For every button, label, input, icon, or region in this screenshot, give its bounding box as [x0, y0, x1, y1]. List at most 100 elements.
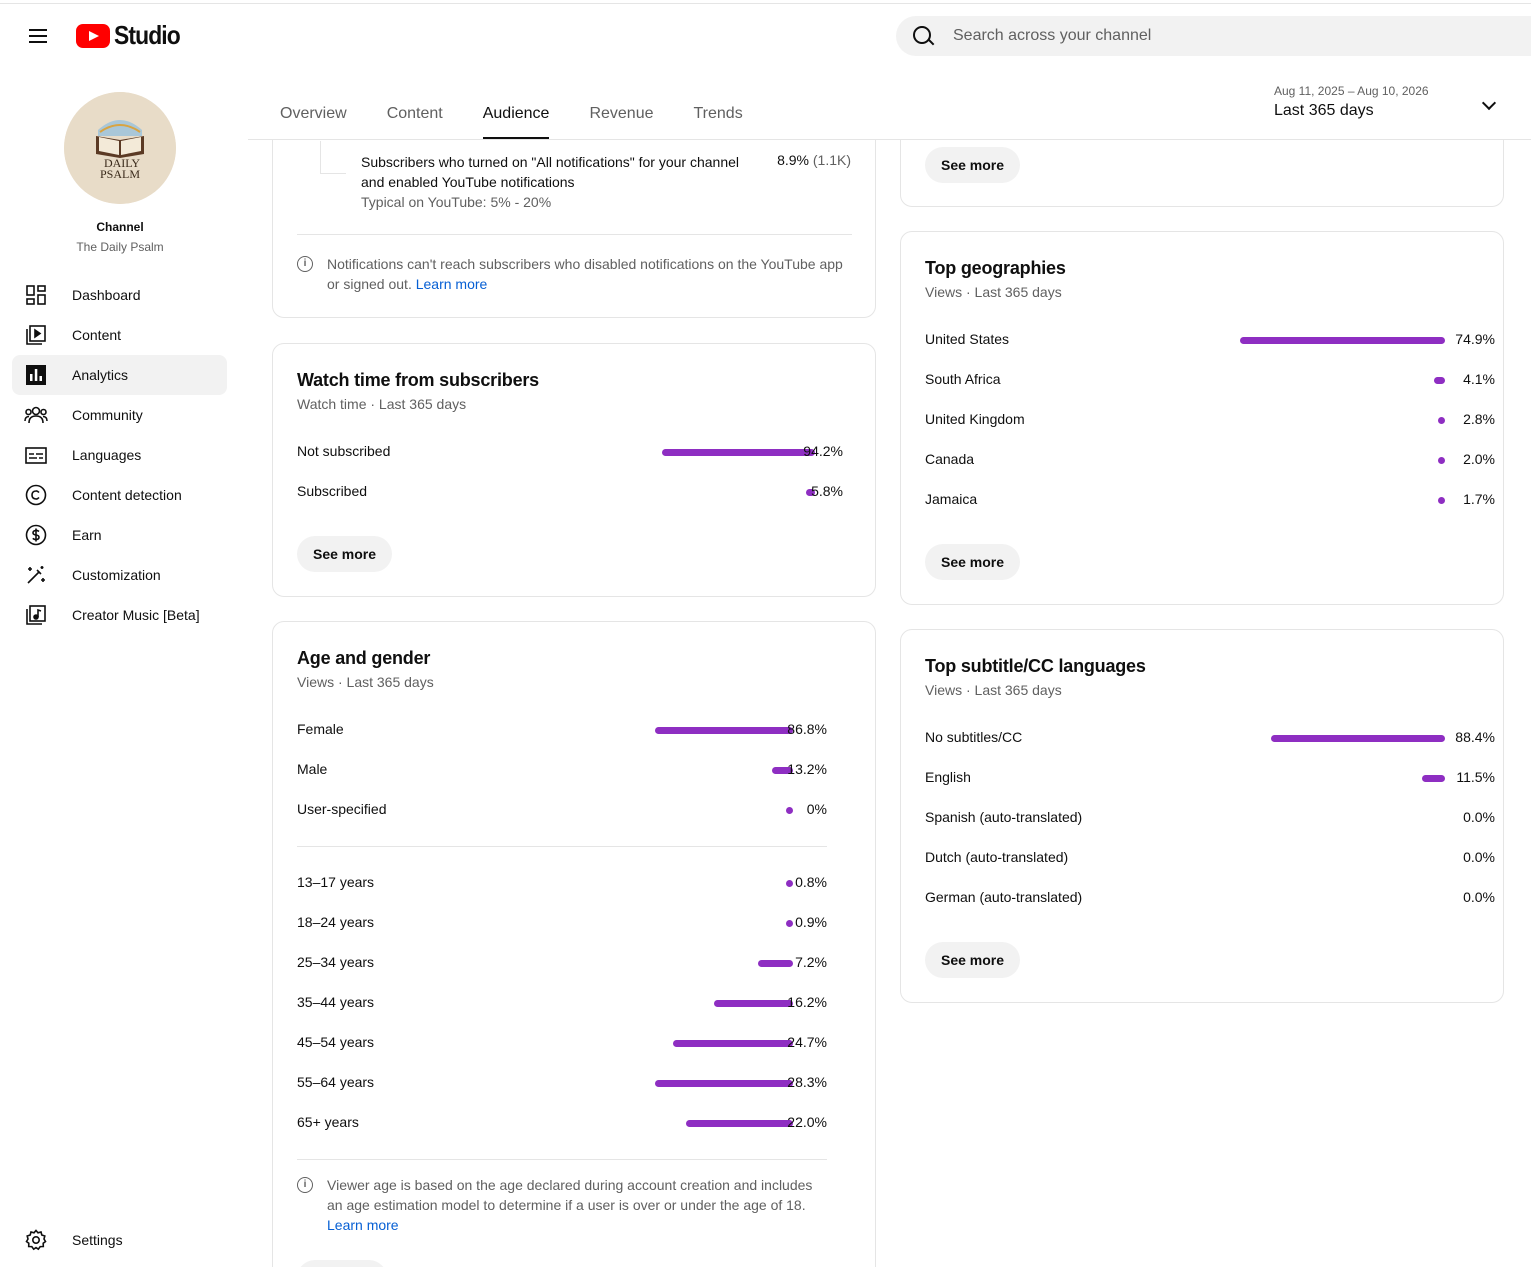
- tab-trends[interactable]: Trends: [674, 92, 763, 140]
- stat-row: Female 86.8%: [297, 721, 857, 741]
- sidebar-item-label: Community: [72, 407, 143, 423]
- sidebar-item-customization[interactable]: Customization: [12, 555, 227, 595]
- top-right-card: See more: [900, 140, 1504, 207]
- stat-value: 5.8%: [811, 483, 843, 499]
- stat-label: 18–24 years: [297, 914, 375, 930]
- stat-row: No subtitles/CC 88.4%: [925, 729, 1495, 749]
- sidebar-item-label: Customization: [72, 567, 161, 583]
- stat-value: 0.9%: [795, 914, 827, 930]
- stat-value: 4.1%: [1463, 371, 1495, 387]
- sidebar-item-community[interactable]: Community: [12, 395, 227, 435]
- stat-label: 25–34 years: [297, 954, 375, 970]
- logo-text: Studio: [114, 20, 181, 50]
- languages-icon: [24, 443, 48, 467]
- stat-label: 35–44 years: [297, 994, 375, 1010]
- card-title: Top subtitle/CC languages: [925, 656, 1146, 676]
- notifications-card: Subscribers who turned on "All notificat…: [272, 140, 876, 318]
- stat-row: User-specified 0%: [297, 801, 857, 821]
- youtube-play-icon: [76, 23, 110, 48]
- dollar-icon: [24, 523, 48, 547]
- stat-row: South Africa 4.1%: [925, 371, 1495, 391]
- stat-value: 86.8%: [787, 721, 827, 737]
- card-subtitle: Views · Last 365 days: [925, 682, 1062, 698]
- stat-label: Canada: [925, 451, 975, 467]
- stat-value: 0.0%: [1463, 849, 1495, 865]
- sidebar-item-settings[interactable]: Settings: [12, 1220, 227, 1260]
- dashboard-icon: [24, 283, 48, 307]
- learn-more-link[interactable]: Learn more: [327, 1217, 399, 1233]
- sidebar-item-label: Content detection: [72, 487, 182, 503]
- sidebar-item-dashboard[interactable]: Dashboard: [12, 275, 227, 315]
- stat-value: 16.2%: [787, 994, 827, 1010]
- avatar-text-line2: PSALM: [100, 167, 140, 181]
- channel-label: Channel: [96, 220, 144, 234]
- sidebar-item-label: Dashboard: [72, 287, 141, 303]
- see-more-button[interactable]: See more: [925, 942, 1021, 978]
- see-more-button[interactable]: See more: [925, 147, 1021, 183]
- stat-row: Male 13.2%: [297, 761, 857, 781]
- sidebar-item-earn[interactable]: Earn: [12, 515, 227, 555]
- stat-value: 24.7%: [787, 1034, 827, 1050]
- stat-value: 22.0%: [787, 1114, 827, 1130]
- date-range-label: Last 365 days: [1274, 102, 1374, 119]
- see-more-button-partial[interactable]: [297, 1260, 387, 1267]
- stat-row: 35–44 years 16.2%: [297, 994, 857, 1014]
- divider: [297, 1159, 827, 1160]
- stat-value: 11.5%: [1456, 769, 1495, 785]
- stat-value: 7.2%: [795, 954, 827, 970]
- sidebar-item-content[interactable]: Content: [12, 315, 227, 355]
- stat-row: 45–54 years 24.7%: [297, 1034, 857, 1054]
- search-icon[interactable]: [911, 24, 935, 48]
- stat-label: No subtitles/CC: [925, 729, 1023, 745]
- tab-audience[interactable]: Audience: [463, 92, 570, 140]
- channel-avatar[interactable]: DAILY PSALM: [64, 92, 176, 204]
- stat-value: 94.2%: [803, 443, 843, 459]
- search-input[interactable]: [953, 27, 1453, 45]
- search-bar[interactable]: [896, 16, 1531, 56]
- stat-label: Spanish (auto-translated): [925, 809, 1083, 825]
- date-range-picker[interactable]: Aug 11, 2025 – Aug 10, 2026 Last 365 day…: [1274, 84, 1504, 124]
- card-subtitle: Watch time · Last 365 days: [297, 396, 467, 412]
- divider: [297, 846, 827, 847]
- stat-row: Not subscribed 94.2%: [297, 443, 857, 463]
- audience-content: Subscribers who turned on "All notificat…: [248, 140, 1531, 1267]
- tab-revenue[interactable]: Revenue: [569, 92, 673, 140]
- card-subtitle: Views · Last 365 days: [925, 284, 1062, 300]
- stat-value: 1.7%: [1463, 491, 1495, 507]
- studio-logo[interactable]: Studio: [76, 20, 189, 51]
- card-title: Watch time from subscribers: [297, 370, 539, 390]
- stat-label: Male: [297, 761, 328, 777]
- notifications-value: 8.9% (1.1K): [777, 152, 851, 168]
- sidebar-item-analytics[interactable]: Analytics: [12, 355, 227, 395]
- stat-label: 55–64 years: [297, 1074, 375, 1090]
- sidebar-item-creator-music[interactable]: Creator Music [Beta]: [12, 595, 227, 635]
- stat-label: Not subscribed: [297, 443, 391, 459]
- stat-row: Canada 2.0%: [925, 451, 1495, 471]
- tab-overview[interactable]: Overview: [260, 92, 367, 140]
- stat-row: 65+ years 22.0%: [297, 1114, 857, 1134]
- sidebar-item-label: Earn: [72, 527, 102, 543]
- stat-row: English 11.5%: [925, 769, 1495, 789]
- menu-icon[interactable]: [26, 26, 50, 46]
- stat-row: 18–24 years 0.9%: [297, 914, 857, 934]
- stat-row: 55–64 years 28.3%: [297, 1074, 857, 1094]
- stat-value: 0.0%: [1463, 809, 1495, 825]
- stat-row: Spanish (auto-translated) 0.0%: [925, 809, 1495, 829]
- settings-label: Settings: [72, 1232, 123, 1248]
- see-more-button[interactable]: See more: [925, 544, 1021, 580]
- stat-value: 0.0%: [1463, 889, 1495, 905]
- stat-label: 13–17 years: [297, 874, 375, 890]
- learn-more-link[interactable]: Learn more: [416, 276, 488, 292]
- content-icon: [24, 323, 48, 347]
- sidebar-nav: Dashboard Content Analytics Community La…: [12, 275, 227, 635]
- tab-content[interactable]: Content: [367, 92, 463, 140]
- copyright-icon: [24, 483, 48, 507]
- stat-label: German (auto-translated): [925, 889, 1083, 905]
- sidebar-item-content-detection[interactable]: Content detection: [12, 475, 227, 515]
- stat-label: United Kingdom: [925, 411, 1025, 427]
- stat-bar: [1271, 735, 1445, 742]
- see-more-button[interactable]: See more: [297, 536, 393, 572]
- stat-row: United Kingdom 2.8%: [925, 411, 1495, 431]
- sidebar-item-languages[interactable]: Languages: [12, 435, 227, 475]
- stat-label: South Africa: [925, 371, 1001, 387]
